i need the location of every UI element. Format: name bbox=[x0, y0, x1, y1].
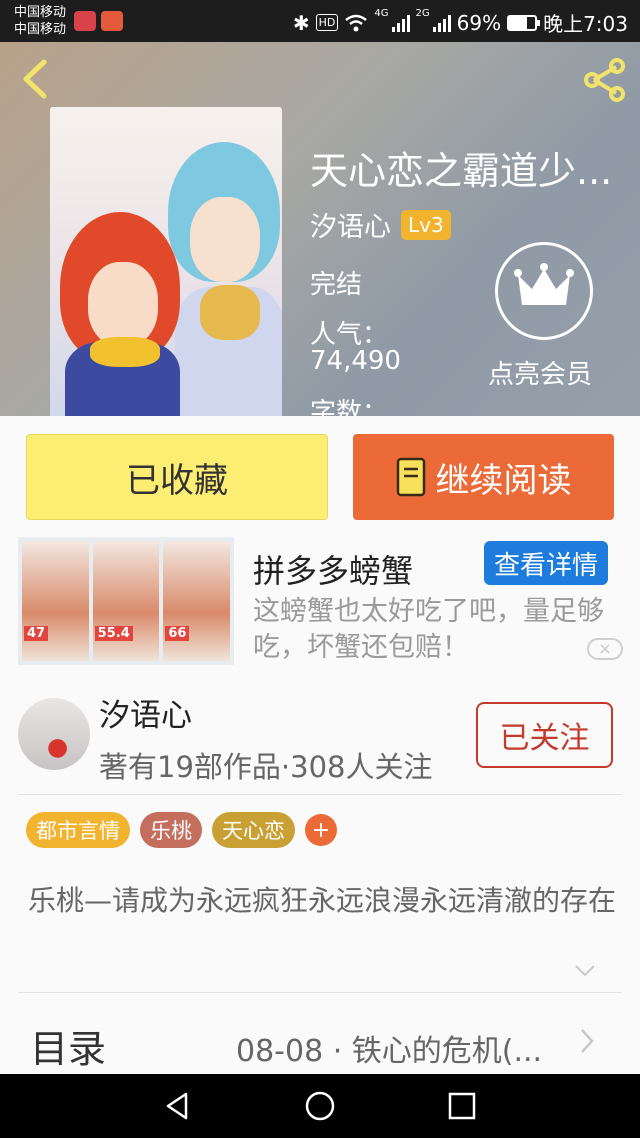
network-type-2: 2G bbox=[415, 8, 430, 19]
latest-chapter[interactable]: 08-08 · 铁心的危机(... bbox=[236, 1026, 542, 1070]
carrier-2: 中国移动 bbox=[14, 22, 67, 37]
hd-badge: HD bbox=[315, 14, 339, 31]
book-detail-panel: 已收藏 继续阅读 47 55.4 66 拼多多螃蟹 查看详情 这螃蟹也太好吃了吧… bbox=[0, 416, 640, 1074]
author-row[interactable]: 汐语心 Lv3 bbox=[310, 205, 451, 244]
divider bbox=[18, 794, 622, 795]
system-nav-bar bbox=[0, 1074, 640, 1138]
cover-art bbox=[200, 285, 260, 340]
carrier-1: 中国移动 bbox=[14, 5, 67, 20]
toc-label[interactable]: 目录 bbox=[30, 1018, 106, 1073]
book-description: 乐桃—请成为永远疯狂永远浪漫永远清澈的存在 bbox=[28, 884, 617, 917]
carrier-labels: 中国移动 中国移动 bbox=[14, 4, 66, 38]
cover-art bbox=[190, 197, 260, 282]
ad-thumbnail: 47 bbox=[22, 541, 89, 661]
nav-back-icon[interactable] bbox=[162, 1090, 194, 1122]
clock: 晚上7:03 bbox=[543, 12, 628, 36]
back-arrow-icon[interactable] bbox=[18, 58, 54, 100]
tag-list: 都市言情 乐桃 天心恋 + bbox=[26, 812, 337, 848]
signal-icon bbox=[391, 14, 410, 32]
tag-label: 都市言情 bbox=[36, 819, 120, 843]
author-card-stats: 著有19部作品·308人关注 bbox=[99, 750, 433, 784]
book-header: 天心恋之霸道少... 汐语心 Lv3 完结 人气： 74,490 字数： 点亮会… bbox=[0, 42, 640, 416]
ad-price: 47 bbox=[24, 626, 49, 641]
continue-reading-label: 继续阅读 bbox=[435, 460, 572, 501]
author-card-name[interactable]: 汐语心 bbox=[99, 690, 192, 735]
crown-icon[interactable] bbox=[495, 242, 593, 340]
nav-home-icon[interactable] bbox=[304, 1090, 336, 1122]
book-cover[interactable] bbox=[50, 107, 282, 416]
battery-fill bbox=[509, 16, 528, 29]
divider bbox=[18, 992, 622, 993]
bluetooth-icon: ✱ bbox=[292, 10, 310, 35]
popularity-value: 74,490 bbox=[310, 346, 401, 376]
battery-percent: 69% bbox=[456, 10, 502, 35]
share-icon[interactable] bbox=[580, 56, 628, 104]
word-count-label: 字数： bbox=[310, 398, 389, 416]
notification-app-icon bbox=[74, 11, 96, 31]
ad-details-button[interactable]: 查看详情 bbox=[484, 541, 608, 585]
book-title: 天心恋之霸道少... bbox=[310, 149, 613, 193]
add-tag-button[interactable]: + bbox=[305, 814, 337, 846]
tag[interactable]: 天心恋 bbox=[212, 812, 295, 848]
ad-title[interactable]: 拼多多螃蟹 bbox=[253, 546, 413, 592]
ad-close-icon[interactable] bbox=[587, 638, 623, 660]
wifi-icon bbox=[345, 14, 368, 31]
ad-description[interactable]: 这螃蟹也太好吃了吧，量足够吃，坏蟹还包赔！ bbox=[253, 594, 623, 666]
notification-app-icon bbox=[101, 11, 123, 31]
member-label[interactable]: 点亮会员 bbox=[488, 354, 592, 391]
tag-label: 乐桃 bbox=[150, 819, 192, 843]
network-type-1: 4G bbox=[374, 8, 389, 19]
cover-art bbox=[90, 337, 160, 367]
signal-icon bbox=[432, 14, 451, 32]
status-bar: 中国移动 中国移动 ✱ HD 4G 2G 69% 晚上7:03 bbox=[0, 0, 640, 42]
chevron-right-icon[interactable] bbox=[580, 1028, 594, 1054]
chevron-down-icon[interactable] bbox=[574, 964, 596, 978]
author-level-badge: Lv3 bbox=[401, 209, 451, 240]
ad-image[interactable]: 47 55.4 66 bbox=[18, 537, 234, 665]
follow-button[interactable]: 已关注 bbox=[476, 702, 613, 768]
ad-price: 55.4 bbox=[94, 626, 133, 641]
ad-thumbnail: 66 bbox=[163, 541, 231, 661]
continue-reading-button[interactable]: 继续阅读 bbox=[353, 434, 614, 520]
avatar[interactable] bbox=[18, 698, 90, 770]
battery-icon bbox=[507, 14, 541, 31]
book-status: 完结 bbox=[310, 270, 363, 300]
tag-label: 天心恋 bbox=[222, 819, 285, 843]
author-name[interactable]: 汐语心 bbox=[310, 205, 391, 244]
tag[interactable]: 都市言情 bbox=[26, 812, 130, 848]
cover-art bbox=[88, 262, 158, 347]
status-indicators: ✱ HD 4G 2G 69% 晚上7:03 bbox=[293, 8, 628, 37]
tag[interactable]: 乐桃 bbox=[140, 812, 202, 848]
collected-button[interactable]: 已收藏 bbox=[26, 434, 328, 520]
ad-thumbnail: 55.4 bbox=[92, 541, 160, 661]
ad-price: 66 bbox=[165, 626, 190, 641]
book-icon bbox=[396, 457, 425, 497]
nav-recents-icon[interactable] bbox=[446, 1090, 478, 1122]
